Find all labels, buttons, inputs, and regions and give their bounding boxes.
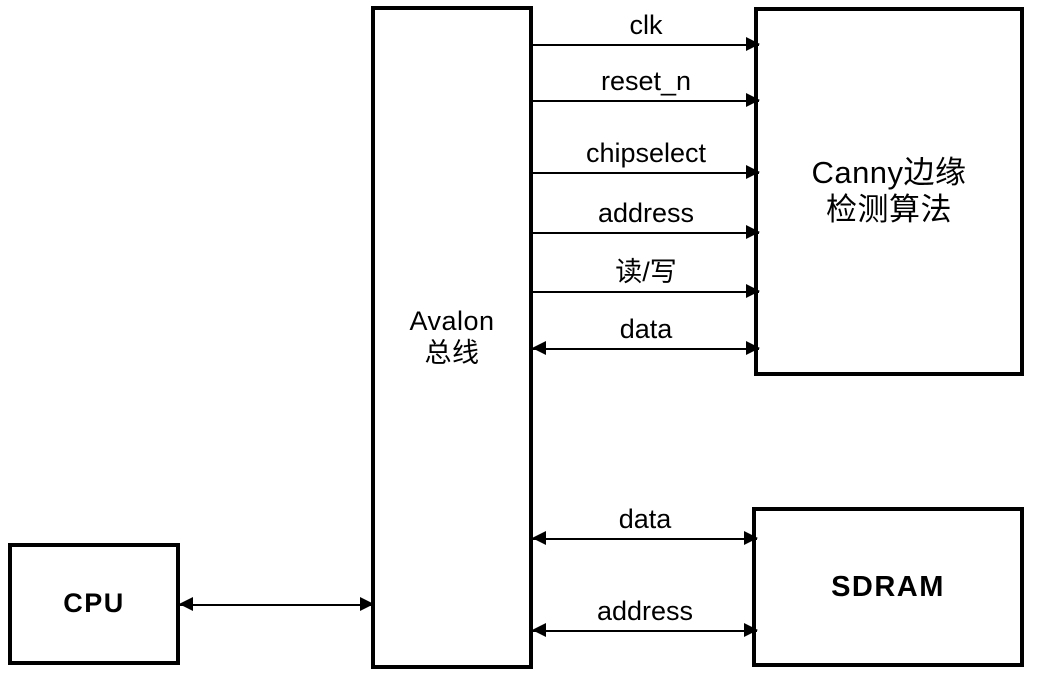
signal-data-canny-label: data [619, 314, 673, 344]
block-cpu-label: CPU [63, 588, 125, 619]
arrowhead-right-icon [360, 597, 374, 611]
arrowhead-right-icon [746, 37, 760, 51]
signal-data-canny-line [533, 348, 759, 350]
block-diagram: CPU Avalon 总线 Canny边缘 检测算法 SDRAM clk res… [0, 0, 1039, 682]
arrowhead-right-icon [746, 165, 760, 179]
signal-chipselect-label: chipselect [585, 138, 707, 168]
signal-read-write-line [533, 291, 759, 293]
arrowhead-left-icon [532, 623, 546, 637]
arrowhead-right-icon [746, 284, 760, 298]
block-canny-edge-detection-label: Canny边缘 检测算法 [811, 154, 967, 227]
signal-clk-line [533, 44, 759, 46]
arrowhead-right-icon [746, 93, 760, 107]
signal-reset-n-line [533, 100, 759, 102]
block-sdram[interactable]: SDRAM [752, 507, 1024, 667]
signal-address-canny-label: address [597, 198, 695, 228]
block-sdram-label: SDRAM [831, 570, 945, 603]
arrowhead-right-icon [744, 623, 758, 637]
signal-data-sdram-label: data [618, 504, 672, 534]
signal-address-sdram-label: address [596, 596, 694, 626]
arrowhead-right-icon [746, 341, 760, 355]
signal-read-write-label: 读/写 [615, 257, 677, 287]
signal-cpu-bus-line [180, 604, 373, 606]
signal-clk-label: clk [629, 10, 663, 40]
signal-address-sdram-line [533, 630, 757, 632]
signal-chipselect-line [533, 172, 759, 174]
block-avalon-bus[interactable]: Avalon 总线 [371, 6, 533, 669]
arrowhead-left-icon [532, 531, 546, 545]
signal-reset-n-label: reset_n [600, 66, 692, 96]
block-cpu[interactable]: CPU [8, 543, 180, 665]
signal-address-canny-line [533, 232, 759, 234]
signal-data-sdram-line [533, 538, 757, 540]
arrowhead-left-icon [179, 597, 193, 611]
arrowhead-right-icon [744, 531, 758, 545]
block-avalon-bus-label: Avalon 总线 [409, 305, 495, 368]
arrowhead-right-icon [746, 225, 760, 239]
block-canny-edge-detection[interactable]: Canny边缘 检测算法 [754, 7, 1024, 376]
arrowhead-left-icon [532, 341, 546, 355]
